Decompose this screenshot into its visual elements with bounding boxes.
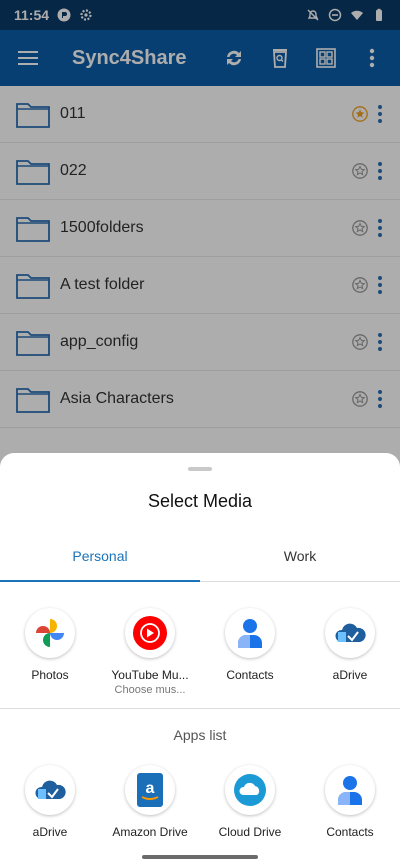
tab-work[interactable]: Work [200,542,400,581]
app-label: aDrive [32,825,68,839]
app-option-youtube-music[interactable]: YouTube Mu... Choose mus... [100,608,200,696]
app-option-photos[interactable]: Photos [0,608,100,696]
app-sublabel: Choose mus... [114,684,186,696]
app-label: Photos [31,668,69,682]
app-option-contacts[interactable]: Contacts [300,765,400,839]
amazon-drive-icon: a [137,773,163,807]
drag-handle[interactable] [188,467,212,471]
svg-text:a: a [146,780,155,797]
app-label: Cloud Drive [218,825,282,839]
app-label: YouTube Mu... [111,668,189,682]
sheet-title: Select Media [147,491,253,511]
app-option-amazon-drive[interactable]: a Amazon Drive [100,765,200,839]
adrive-icon [335,623,366,642]
contacts-icon [238,619,262,648]
apps-list-row: aDrive a Amazon Drive Cloud Drive Contac… [0,765,400,839]
app-option-adrive[interactable]: aDrive [300,608,400,696]
youtube-music-icon [133,616,167,650]
contacts-icon [338,776,362,805]
profile-tabs: Personal Work [0,542,400,582]
apps-list-heading: Apps list [173,727,227,743]
tab-personal[interactable]: Personal [0,542,200,582]
app-label: Contacts [226,668,274,682]
section-divider [0,708,400,709]
app-option-cloud-drive[interactable]: Cloud Drive [200,765,300,839]
select-media-sheet: Select Media Personal Work Photos YouTub… [0,453,400,867]
app-label: aDrive [332,668,368,682]
app-label: Contacts [326,825,374,839]
gesture-navigation-bar[interactable] [142,855,258,859]
suggested-apps-row: Photos YouTube Mu... Choose mus... Conta… [0,608,400,696]
google-photos-icon [36,619,64,647]
app-option-adrive[interactable]: aDrive [0,765,100,839]
app-option-contacts[interactable]: Contacts [200,608,300,696]
cloud-drive-icon [234,774,266,806]
adrive-icon [35,780,66,799]
app-label: Amazon Drive [112,825,188,839]
